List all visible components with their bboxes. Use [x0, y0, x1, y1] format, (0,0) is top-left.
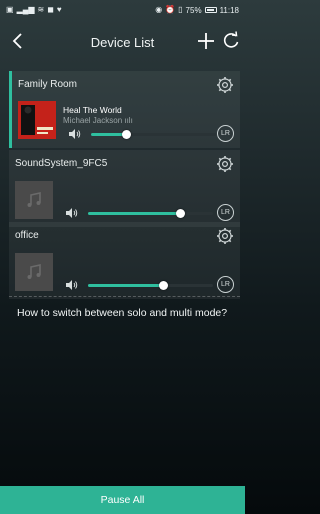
- volume-thumb[interactable]: [121, 130, 131, 139]
- wifi-icon: ≋: [37, 5, 45, 14]
- pause-all-button[interactable]: Pause All: [0, 486, 245, 514]
- battery-icon: [204, 7, 217, 13]
- song-title: Heal The World: [63, 105, 122, 115]
- settings-gear-icon[interactable]: [216, 155, 234, 173]
- lr-channel-icon[interactable]: LR: [217, 204, 234, 221]
- volume-icon[interactable]: [65, 279, 79, 291]
- mode-help-link[interactable]: How to switch between solo and multi mod…: [17, 307, 227, 319]
- volume-icon[interactable]: [68, 128, 82, 140]
- settings-gear-icon[interactable]: [216, 76, 234, 94]
- section-divider: [9, 296, 240, 297]
- status-right: ◉ ⏰ ▯ 75% 11:18: [155, 6, 239, 15]
- alarm-icon: ⏰: [165, 5, 176, 14]
- device-card-soundsystem[interactable]: SoundSystem_9FC5 LR: [9, 150, 240, 227]
- battery-percent: 75%: [185, 5, 202, 15]
- music-note-placeholder-icon: [15, 181, 53, 219]
- cell-signal-icon: ▂▄▆: [16, 5, 35, 14]
- status-time: 11:18: [219, 5, 239, 15]
- volume-fill: [91, 133, 126, 136]
- volume-slider[interactable]: [91, 130, 216, 139]
- refresh-icon[interactable]: [222, 31, 240, 51]
- device-card-office[interactable]: office LR: [9, 222, 240, 299]
- lr-channel-icon[interactable]: LR: [217, 125, 234, 142]
- notification-icon: ▣: [6, 5, 14, 14]
- add-device-icon[interactable]: [197, 31, 215, 51]
- album-art-image: [18, 101, 56, 139]
- volume-fill: [88, 212, 181, 215]
- device-name: office: [15, 230, 39, 241]
- back-chevron-icon[interactable]: [8, 30, 28, 52]
- app-icon: ◼: [47, 5, 54, 14]
- status-bar: ▣ ▂▄▆ ≋ ◼ ♥ ◉ ⏰ ▯ 75% 11:18: [0, 0, 245, 20]
- music-note-placeholder-icon: [15, 253, 53, 291]
- volume-fill: [88, 284, 163, 287]
- volume-icon[interactable]: [65, 207, 79, 219]
- volume-thumb[interactable]: [176, 209, 185, 218]
- song-artist: Michael Jackson ıılı: [63, 116, 133, 125]
- page-title: Device List: [90, 34, 155, 50]
- device-name: SoundSystem_9FC5: [15, 158, 108, 169]
- settings-gear-icon[interactable]: [216, 227, 234, 245]
- volume-slider[interactable]: [88, 281, 213, 290]
- vibrate-icon: ▯: [178, 5, 183, 14]
- status-left: ▣ ▂▄▆ ≋ ◼ ♥: [6, 6, 62, 14]
- lr-channel-icon[interactable]: LR: [217, 276, 234, 293]
- device-card-family-room[interactable]: Family Room Heal The World Michael Jacks…: [9, 71, 240, 148]
- volume-slider[interactable]: [88, 209, 213, 218]
- eye-icon: ◉: [155, 5, 163, 14]
- volume-thumb[interactable]: [158, 281, 168, 290]
- heart-icon: ♥: [56, 5, 62, 14]
- header: Device List: [0, 22, 245, 62]
- device-name: Family Room: [18, 79, 77, 90]
